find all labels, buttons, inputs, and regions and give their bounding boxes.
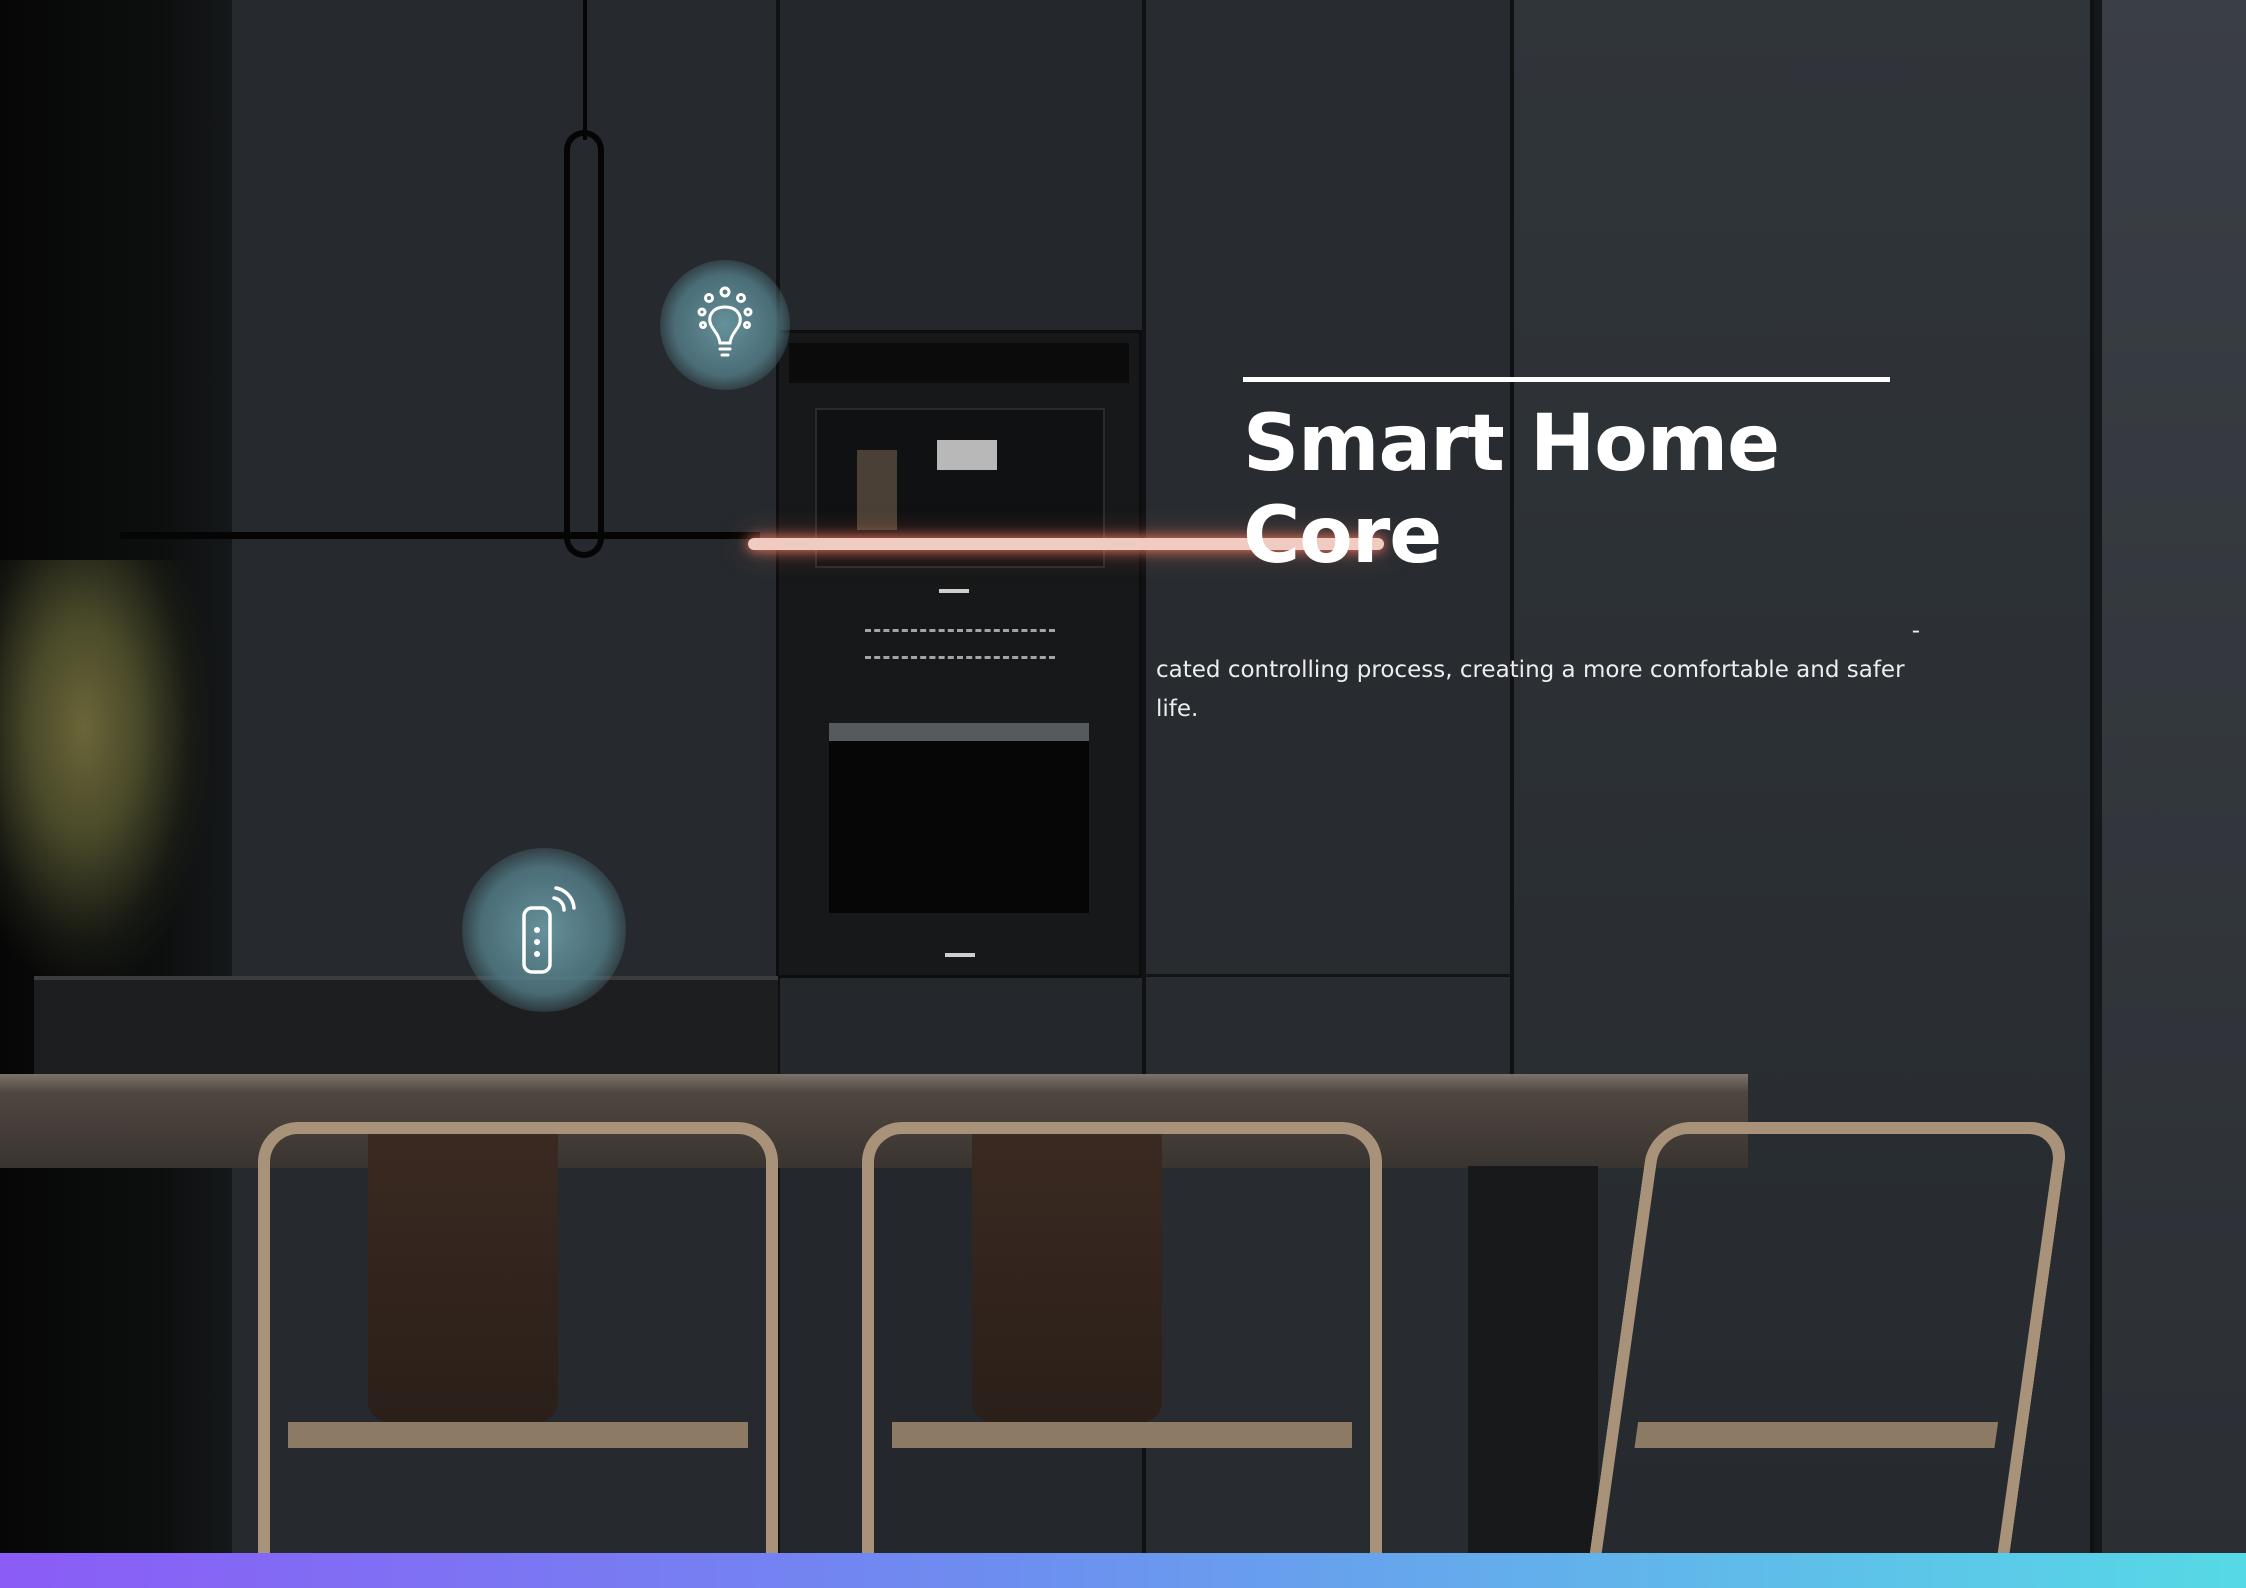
coffee-cup	[857, 450, 897, 530]
remote-icon	[522, 886, 576, 974]
kitchen-counter	[34, 976, 778, 1086]
kitchen-background-photo	[0, 0, 2246, 1553]
page-title: Smart Home Core	[1243, 399, 1780, 581]
chair-rail	[288, 1422, 748, 1448]
title-rule	[1243, 377, 1890, 382]
dining-chair	[1589, 1122, 2071, 1553]
smart-bulb-icon	[660, 260, 790, 390]
oven-handle	[945, 953, 975, 957]
pendant-wire	[583, 0, 587, 140]
cabinet-panel	[2094, 0, 2246, 1553]
oven-window	[829, 723, 1089, 913]
appliance-handle	[939, 589, 969, 593]
dining-table-leg	[1468, 1166, 1598, 1553]
chair-frame	[1589, 1122, 2071, 1553]
accent-gradient-bar	[0, 1553, 2246, 1588]
pendant-ring	[564, 130, 604, 558]
dining-chair	[258, 1122, 778, 1553]
appliance-display	[789, 343, 1129, 383]
body-line: -	[1911, 618, 1920, 644]
chair-frame	[258, 1122, 778, 1553]
pendant-bar	[120, 532, 760, 539]
oven-controls	[865, 629, 1055, 659]
body-line: life.	[1156, 696, 1199, 722]
chair-rail	[1634, 1422, 1999, 1448]
coffee-spout	[937, 440, 997, 470]
chair-frame	[862, 1122, 1382, 1553]
built-in-appliances	[776, 330, 1142, 978]
chair-rail	[892, 1422, 1352, 1448]
dining-chair	[862, 1122, 1382, 1553]
body-paragraph: - cated controlling process, creating a …	[1156, 612, 1920, 729]
plant	[0, 560, 210, 980]
bulb-icon	[697, 286, 753, 357]
smart-remote-icon	[462, 848, 626, 1012]
body-line: cated controlling process, creating a mo…	[1156, 657, 1905, 683]
